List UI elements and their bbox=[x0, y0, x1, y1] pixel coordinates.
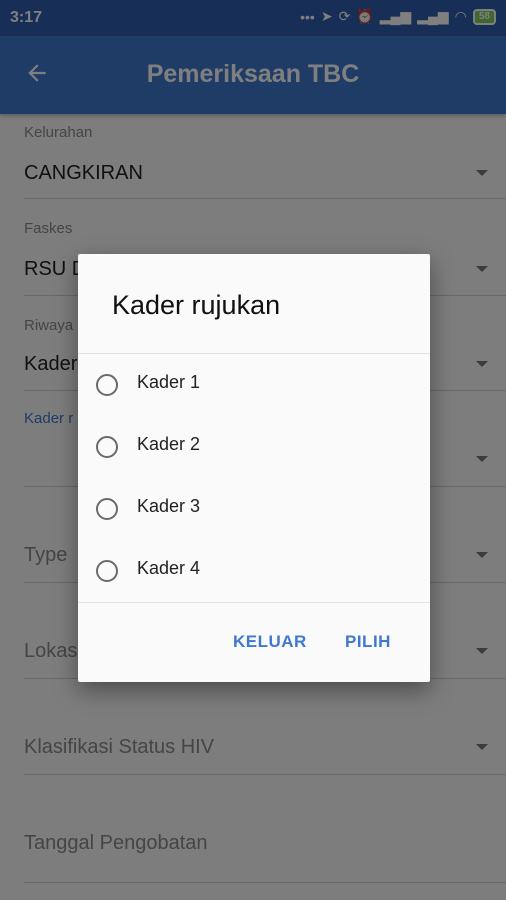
dialog-title: Kader rujukan bbox=[112, 290, 281, 320]
radio-unchecked-icon[interactable] bbox=[96, 498, 118, 520]
cancel-button[interactable]: KELUAR bbox=[233, 632, 307, 652]
option-kader-3[interactable]: Kader 3 bbox=[78, 478, 430, 540]
select-button[interactable]: PILIH bbox=[345, 632, 391, 652]
dialog-divider-bottom bbox=[78, 602, 430, 603]
option-kader-1[interactable]: Kader 1 bbox=[78, 354, 430, 416]
option-kader-2[interactable]: Kader 2 bbox=[78, 416, 430, 478]
radio-unchecked-icon[interactable] bbox=[96, 436, 118, 458]
kader-rujukan-dialog: Kader rujukan Kader 1 Kader 2 Kader 3 Ka… bbox=[78, 254, 430, 682]
option-kader-4[interactable]: Kader 4 bbox=[78, 540, 430, 602]
option-label: Kader 2 bbox=[137, 434, 201, 454]
radio-unchecked-icon[interactable] bbox=[96, 560, 118, 582]
radio-unchecked-icon[interactable] bbox=[96, 374, 118, 396]
option-label: Kader 1 bbox=[137, 372, 201, 392]
option-label: Kader 3 bbox=[137, 496, 201, 516]
option-label: Kader 4 bbox=[137, 558, 201, 578]
